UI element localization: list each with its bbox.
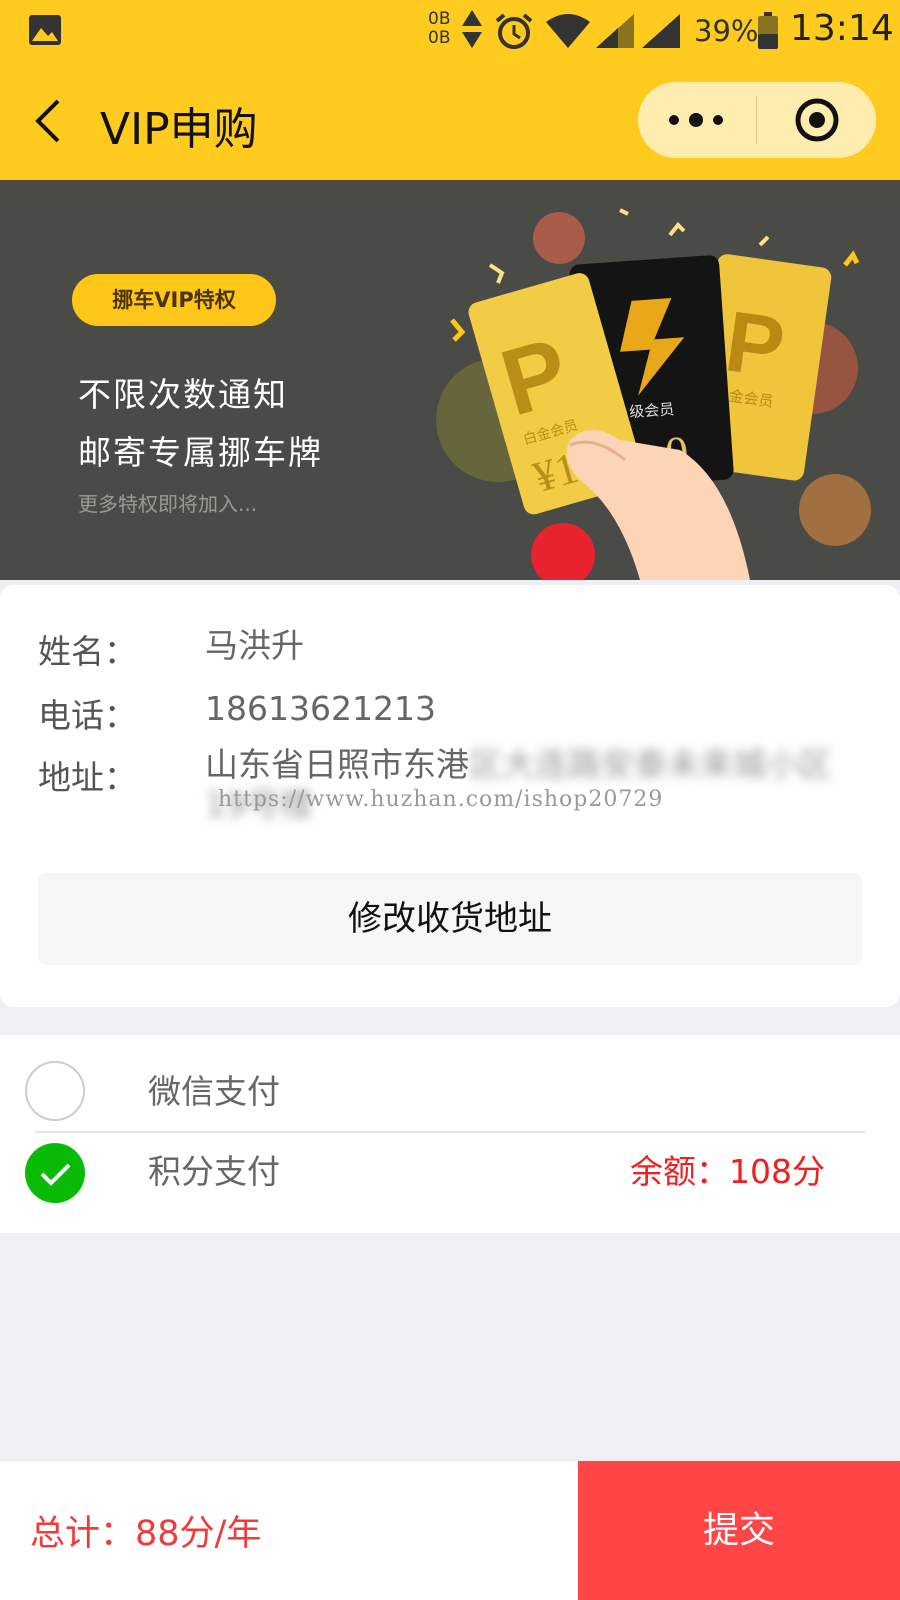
signal-icon [596, 14, 634, 48]
banner-line-1: 不限次数通知 [78, 375, 288, 414]
mini-program-capsule [638, 82, 876, 158]
wechat-pay-radio[interactable] [25, 1061, 85, 1121]
points-pay-label: 积分支付 [148, 1152, 280, 1191]
total-price: 总计：88分/年 [30, 1514, 262, 1554]
clock: 13:14 [790, 8, 894, 49]
page-title: VIP申购 [100, 104, 258, 155]
battery-icon [758, 12, 778, 49]
data-arrows-icon [462, 10, 482, 48]
points-pay-option[interactable]: 积分支付 余额：108分 [0, 1135, 900, 1221]
vip-purchase-page: 0B 0B 39% 13:14 VIP申购 挪车VIP特权 不限次数通知 邮寄专… [0, 0, 900, 1600]
signal-icon [642, 14, 680, 48]
vip-privilege-badge: 挪车VIP特权 [72, 274, 276, 326]
data-rate: 0B 0B [428, 9, 451, 48]
submit-button[interactable]: 提交 [578, 1461, 900, 1600]
card-text-2: 级会员 [629, 401, 675, 421]
wechat-pay-label: 微信支付 [148, 1072, 280, 1111]
phone-value: 18613621213 [205, 689, 436, 728]
header: 0B 0B 39% 13:14 VIP申购 [0, 0, 900, 180]
address-value: 山东省日照市东港区大连路安泰未来城小区19号楼 [205, 745, 865, 825]
watermark: https://www.huzhan.com/ishop20729 [218, 787, 664, 812]
target-circle-icon [795, 98, 839, 142]
payment-options: 微信支付 积分支付 余额：108分 [0, 1035, 900, 1233]
name-label: 姓名： [38, 632, 137, 671]
address-card: 姓名： 马洪升 电话： 18613621213 地址： 山东省日照市东港区大连路… [0, 585, 900, 1007]
edit-address-button[interactable]: 修改收货地址 [38, 873, 862, 965]
address-visible-text: 山东省日照市东港 [205, 745, 469, 784]
address-label: 地址： [38, 758, 137, 797]
more-button[interactable] [638, 82, 756, 158]
gallery-icon [29, 15, 61, 45]
battery-percent: 39% [694, 14, 759, 48]
check-icon [40, 1163, 71, 1186]
chevron-left-icon[interactable] [30, 95, 70, 147]
name-value: 马洪升 [205, 626, 304, 665]
points-balance: 余额：108分 [630, 1152, 825, 1191]
alarm-icon [495, 13, 533, 49]
vip-cards-illustration: P 白金会员 5 级会员 0 P 白金会员 ¥1 [436, 208, 871, 580]
close-mini-program-button[interactable] [757, 82, 876, 158]
points-pay-radio[interactable] [25, 1143, 85, 1203]
vip-banner[interactable]: 挪车VIP特权 不限次数通知 邮寄专属挪车牌 更多特权即将加入... P 白金会… [0, 180, 900, 580]
bottom-bar: 总计：88分/年 提交 [0, 1460, 900, 1600]
status-bar: 0B 0B 39% 13:14 [0, 0, 900, 62]
phone-label: 电话： [38, 696, 137, 735]
payment-divider [35, 1131, 865, 1133]
banner-line-2: 邮寄专属挪车牌 [78, 433, 323, 472]
wifi-icon [546, 14, 590, 48]
wechat-pay-option[interactable]: 微信支付 [0, 1035, 900, 1121]
banner-more-text: 更多特权即将加入... [78, 492, 258, 516]
more-dots-icon [669, 113, 723, 127]
